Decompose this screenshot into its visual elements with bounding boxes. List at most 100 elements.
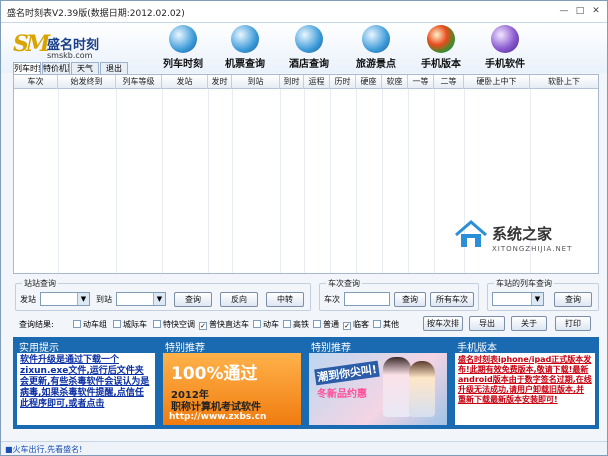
checkbox-box (73, 320, 81, 328)
tips-link[interactable]: 软件升级是通过下载一个zixun.exe文件,运行后文件夹会更新,有些杀毒软件会… (20, 355, 152, 410)
ad-banner-1[interactable]: 100%通过 2012年 职称计算机考试软件 http://www.zxbs.c… (163, 353, 301, 425)
model-figure (383, 357, 411, 417)
filter-checkbox[interactable]: 动车 (253, 319, 279, 331)
group-title: 站站查询 (22, 278, 58, 289)
filter-checkbox[interactable]: ✓ 普快直达车 (199, 319, 249, 331)
maximize-button[interactable]: □ (573, 5, 587, 18)
panel-body: 软件升级是通过下载一个zixun.exe文件,运行后文件夹会更新,有些杀毒软件会… (17, 353, 155, 425)
checkbox-box (113, 320, 121, 328)
app-window: 盛名时刻表V2.39版(数据日期:2012.02.02) — □ ✕ SM 盛名… (0, 0, 608, 456)
to-label: 到站 (96, 295, 112, 304)
checkbox-box (313, 320, 321, 328)
ad-banner-2[interactable]: 潮到你尖叫! 冬新品约惠 (309, 353, 447, 425)
tab-weather[interactable]: 天气 (71, 62, 99, 74)
toolbar-hotel-query[interactable]: 酒店查询 (277, 25, 341, 71)
filter-checkbox[interactable]: 高铁 (283, 319, 309, 331)
toolbar-label: 酒店查询 (289, 59, 329, 70)
ad-panel-1: 特别推荐 100%通过 2012年 职称计算机考试软件 http://www.z… (159, 337, 305, 429)
col-header[interactable]: 二等 (434, 75, 464, 89)
filter-checkbox[interactable]: 普通 (313, 319, 339, 331)
col-header[interactable]: 历时 (330, 75, 356, 89)
grid-divider (408, 89, 409, 273)
station-query-group: 站站查询 发站 ▼ 到站 ▼ 查询 反向 中转 (15, 278, 311, 311)
col-header[interactable]: 硬座 (356, 75, 382, 89)
train-number-input[interactable] (344, 292, 390, 306)
toolbar-travel[interactable]: 旅游景点 (344, 25, 408, 71)
col-header[interactable]: 列车等级 (116, 75, 162, 89)
airplane-icon (231, 25, 259, 53)
to-station-select[interactable]: ▼ (116, 292, 166, 306)
panel-title: 实用提示 (19, 343, 59, 354)
grid-divider (116, 89, 117, 273)
toolbar-label: 列车时刻 (163, 59, 203, 70)
grid-header: 车次 始发终到 列车等级 发站 发时 到站 到时 运程 历时 硬座 软座 一等 … (14, 75, 598, 89)
col-header[interactable]: 硬卧上中下 (464, 75, 530, 89)
tips-panel: 实用提示 软件升级是通过下载一个zixun.exe文件,运行后文件夹会更新,有些… (13, 337, 159, 429)
col-header[interactable]: 车次 (14, 75, 58, 89)
filter-text: 普快直达车 (209, 320, 249, 329)
tab-exit[interactable]: 退出 (100, 62, 128, 74)
filter-checkbox[interactable]: ✓ 临客 (343, 319, 369, 331)
checkbox-box (283, 320, 291, 328)
train-label: 车次 (324, 295, 340, 304)
station-select[interactable]: ▼ (492, 292, 544, 306)
tab-cheap-flights[interactable]: 特价机票 (42, 62, 70, 74)
station-trains-query-button[interactable]: 查询 (554, 292, 592, 307)
ad-banner-background: 100%通过 2012年 职称计算机考试软件 http://www.zxbs.c… (163, 353, 301, 425)
minimize-button[interactable]: — (557, 5, 571, 18)
status-text: ■火车出行,先看盛名! (5, 445, 83, 454)
col-header[interactable]: 运程 (304, 75, 330, 89)
col-header[interactable]: 发时 (208, 75, 232, 89)
train-query-button[interactable]: 查询 (394, 292, 426, 307)
info-panels: 实用提示 软件升级是通过下载一个zixun.exe文件,运行后文件夹会更新,有些… (13, 337, 599, 429)
logo-mark: SM (13, 31, 50, 57)
check-icon: ✓ (199, 322, 207, 330)
col-header[interactable]: 一等 (408, 75, 434, 89)
filter-text: 特快空调 (163, 320, 195, 329)
reverse-button[interactable]: 反向 (220, 292, 258, 307)
logo-url: smskb.com (47, 51, 93, 60)
filter-text: 临客 (353, 320, 369, 329)
phone-icon (491, 25, 519, 53)
all-trains-button[interactable]: 所有车次 (430, 292, 474, 307)
group-title: 车次查询 (326, 278, 362, 289)
results-grid[interactable]: 车次 始发终到 列车等级 发站 发时 到站 到时 运程 历时 硬座 软座 一等 … (13, 74, 599, 274)
checkbox-box (253, 320, 261, 328)
filter-checkbox[interactable]: 特快空调 (153, 319, 195, 331)
sort-by-train-button[interactable]: 按车次排 (423, 316, 463, 331)
toolbar-mobile-software[interactable]: 手机软件 (473, 25, 537, 71)
toolbar-flight-query[interactable]: 机票查询 (213, 25, 277, 71)
filter-text: 普通 (323, 320, 339, 329)
from-station-select[interactable]: ▼ (40, 292, 90, 306)
filter-checkbox[interactable]: 城际车 (113, 319, 147, 331)
windows-icon (427, 25, 455, 53)
toolbar-mobile-version[interactable]: 手机版本 (409, 25, 473, 71)
station-query-button[interactable]: 查询 (174, 292, 212, 307)
ad-slogan: 潮到你尖叫! (314, 360, 380, 386)
filter-text: 城际车 (123, 320, 147, 329)
ad-banner-background: 潮到你尖叫! 冬新品约惠 (309, 353, 447, 425)
train-icon (169, 25, 197, 53)
about-button[interactable]: 关于 (511, 316, 547, 331)
toolbar-train-times[interactable]: 列车时刻 (151, 25, 215, 71)
grid-divider (58, 89, 59, 273)
ad-headline: 100%通过 (171, 364, 258, 384)
grid-divider (356, 89, 357, 273)
col-header[interactable]: 发站 (162, 75, 208, 89)
checkbox-box (153, 320, 161, 328)
grid-divider (330, 89, 331, 273)
transfer-button[interactable]: 中转 (266, 292, 304, 307)
filter-checkbox[interactable]: 其他 (373, 319, 399, 331)
house-logo-icon (455, 220, 487, 247)
mobile-link[interactable]: 盛名时刻表iphone/ipad正式版本发布!此期有效免费版本,敬请下载!最新a… (458, 355, 592, 405)
col-header[interactable]: 始发终到 (58, 75, 116, 89)
close-button[interactable]: ✕ (589, 5, 603, 18)
filter-checkbox[interactable]: 动车组 (73, 319, 107, 331)
print-button[interactable]: 打印 (555, 316, 591, 331)
col-header[interactable]: 软座 (382, 75, 408, 89)
col-header[interactable]: 软卧上下 (530, 75, 598, 89)
col-header[interactable]: 到时 (280, 75, 304, 89)
export-button[interactable]: 导出 (469, 316, 505, 331)
col-header[interactable]: 到站 (232, 75, 280, 89)
toolbar-label: 手机软件 (485, 59, 525, 70)
